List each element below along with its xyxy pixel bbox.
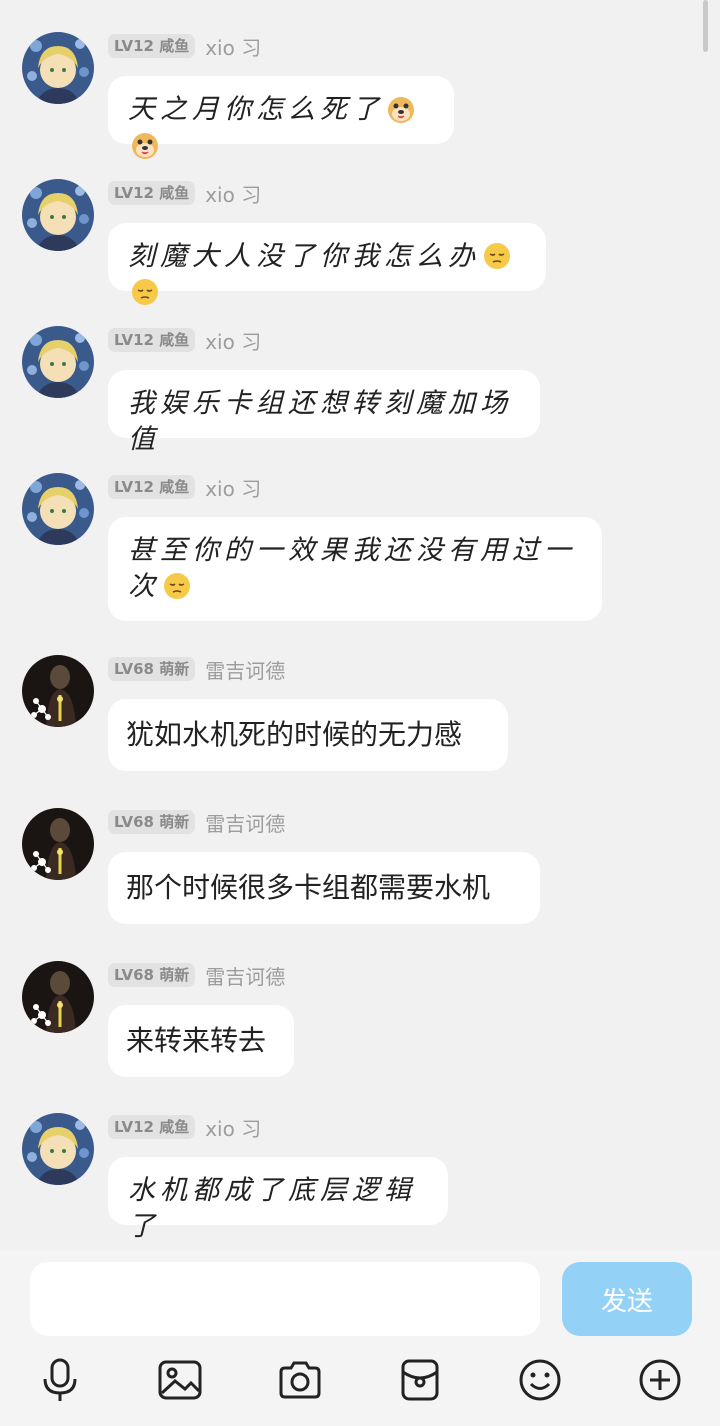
username[interactable]: xio 习 <box>205 1113 261 1142</box>
dog-icon <box>386 94 416 124</box>
message-text: 犹如水机死的时候的无力感 <box>126 718 463 751</box>
input-bar: 发送 <box>0 1250 720 1426</box>
level-badge: LV12 咸鱼 <box>108 34 196 58</box>
camera-icon[interactable] <box>272 1352 328 1408</box>
pensive-face-icon <box>482 241 512 271</box>
avatar[interactable] <box>22 326 94 398</box>
level-badge: LV12 咸鱼 <box>108 1115 196 1139</box>
chat-list[interactable]: LV12 咸鱼 xio 习 天之月你怎么死了 LV12 咸鱼 xio 习 刻魔大… <box>0 0 720 1250</box>
avatar[interactable] <box>22 808 94 880</box>
username[interactable]: xio 习 <box>205 326 261 355</box>
level-badge: LV12 咸鱼 <box>108 181 196 205</box>
message-input[interactable] <box>30 1262 540 1336</box>
username[interactable]: 雷吉诃德 <box>205 655 285 684</box>
scrollbar[interactable] <box>703 0 708 52</box>
username[interactable]: xio 习 <box>205 473 261 502</box>
avatar[interactable] <box>22 179 94 251</box>
username[interactable]: 雷吉诃德 <box>205 808 285 837</box>
message-bubble[interactable]: 甚至你的一效果我还没有用过一次 <box>108 517 602 621</box>
level-badge: LV68 萌新 <box>108 810 196 834</box>
message-text: 天之月你怎么死了 <box>128 94 384 125</box>
avatar[interactable] <box>22 655 94 727</box>
message-bubble[interactable]: 我娱乐卡组还想转刻魔加场值 <box>108 370 540 455</box>
avatar[interactable] <box>22 473 94 545</box>
message-text: 我娱乐卡组还想转刻魔加场值 <box>128 388 512 455</box>
pensive-face-icon <box>162 571 192 601</box>
username[interactable]: xio 习 <box>205 179 261 208</box>
message-text: 水机都成了底层逻辑了 <box>128 1175 416 1242</box>
avatar[interactable] <box>22 32 94 104</box>
username[interactable]: 雷吉诃德 <box>205 961 285 990</box>
message-bubble[interactable]: 天之月你怎么死了 <box>108 76 454 159</box>
plus-icon[interactable] <box>632 1352 688 1408</box>
message-text: 甚至你的一效果我还没有用过一次 <box>128 535 576 602</box>
pensive-face-icon <box>130 277 160 307</box>
message-bubble[interactable]: 犹如水机死的时候的无力感 <box>108 699 508 771</box>
level-badge: LV12 咸鱼 <box>108 328 196 352</box>
avatar[interactable] <box>22 1113 94 1185</box>
message-bubble[interactable]: 水机都成了底层逻辑了 <box>108 1157 448 1242</box>
send-button[interactable]: 发送 <box>562 1262 692 1336</box>
message-bubble[interactable]: 刻魔大人没了你我怎么办 <box>108 223 546 305</box>
message-text: 那个时候很多卡组都需要水机 <box>126 871 491 904</box>
message-bubble[interactable]: 那个时候很多卡组都需要水机 <box>108 852 540 924</box>
microphone-icon[interactable] <box>32 1352 88 1408</box>
message-text: 刻魔大人没了你我怎么办 <box>128 241 480 272</box>
dog-icon <box>130 130 160 160</box>
avatar[interactable] <box>22 961 94 1033</box>
level-badge: LV68 萌新 <box>108 963 196 987</box>
level-badge: LV68 萌新 <box>108 657 196 681</box>
level-badge: LV12 咸鱼 <box>108 475 196 499</box>
message-text: 来转来转去 <box>126 1024 267 1057</box>
emoji-icon[interactable] <box>512 1352 568 1408</box>
red-packet-icon[interactable] <box>392 1352 448 1408</box>
message-bubble[interactable]: 来转来转去 <box>108 1005 294 1077</box>
image-icon[interactable] <box>152 1352 208 1408</box>
username[interactable]: xio 习 <box>205 32 261 61</box>
